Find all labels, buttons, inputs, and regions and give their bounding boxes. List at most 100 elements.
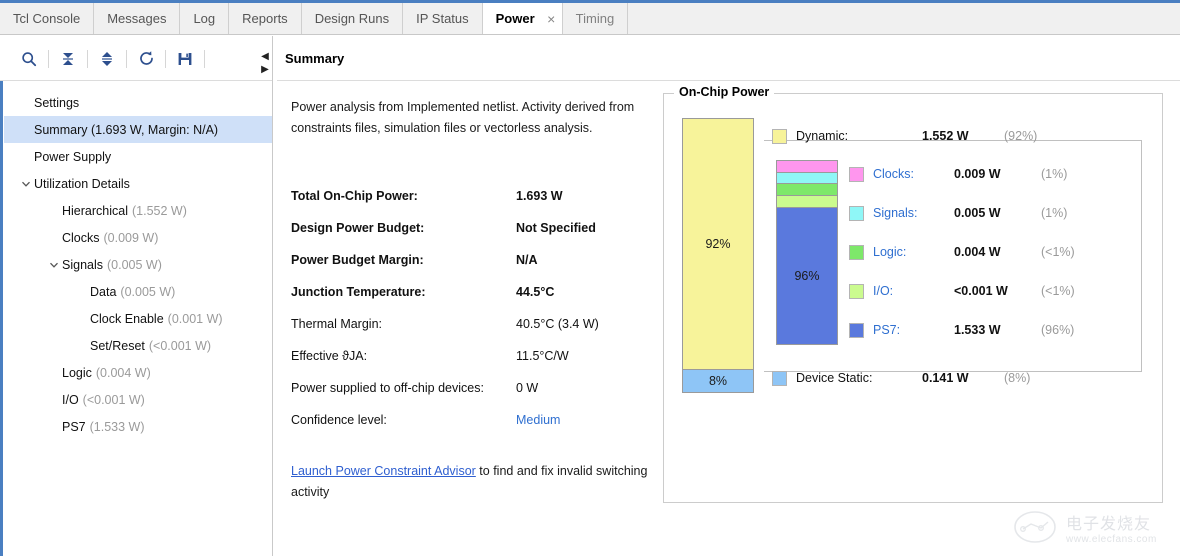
tree-item-settings[interactable]: Settings bbox=[4, 89, 272, 116]
tree-item-i-o[interactable]: I/O (<0.001 W) bbox=[4, 386, 272, 413]
summary-row: Effective ϑJA:11.5°C/W bbox=[291, 349, 676, 381]
legend-percent-device-static: (8%) bbox=[1004, 371, 1030, 385]
tree-item-value: (<0.001 W) bbox=[149, 339, 211, 353]
tree-item-content: Data(0.005 W) bbox=[90, 285, 175, 299]
collapse-right-icon[interactable]: ▶ bbox=[261, 65, 269, 75]
tab-power[interactable]: Power bbox=[483, 3, 541, 34]
tab-label: Messages bbox=[107, 11, 166, 26]
legend-value-ps7: 1.533 W bbox=[954, 323, 1001, 337]
tree-item-hierarchical[interactable]: Hierarchical (1.552 W) bbox=[4, 197, 272, 224]
on-chip-power-title: On-Chip Power bbox=[674, 85, 774, 99]
tab-reports[interactable]: Reports bbox=[229, 3, 302, 34]
tree-item-set-reset[interactable]: Set/Reset(<0.001 W) bbox=[4, 332, 272, 359]
legend-row-device-static[interactable]: Device Static: 0.141 W (8%) bbox=[772, 368, 1142, 388]
tab-log[interactable]: Log bbox=[180, 3, 229, 34]
tree-item-power-supply[interactable]: Power Supply bbox=[4, 143, 272, 170]
tab-label: Power bbox=[496, 11, 535, 26]
expand-all-icon[interactable] bbox=[92, 45, 122, 73]
summary-row-key: Junction Temperature: bbox=[291, 285, 516, 299]
tree-item-label: PS7 bbox=[62, 420, 86, 434]
summary-row-key: Power Budget Margin: bbox=[291, 253, 516, 267]
legend-value-logic: 0.004 W bbox=[954, 245, 1001, 259]
bar-segment-label: 8% bbox=[709, 374, 727, 388]
tab-label: Design Runs bbox=[315, 11, 389, 26]
tree-item-label: Clocks bbox=[62, 231, 100, 245]
tree-item-clock-enable[interactable]: Clock Enable(0.001 W) bbox=[4, 305, 272, 332]
legend-percent-ps7: (96%) bbox=[1041, 323, 1074, 337]
summary-row-key: Total On-Chip Power: bbox=[291, 189, 516, 203]
tree-item-label: Utilization Details bbox=[34, 177, 130, 191]
tree-item-value: (<0.001 W) bbox=[83, 393, 145, 407]
toolbar-separator bbox=[126, 50, 127, 68]
summary-row-value: 0 W bbox=[516, 381, 538, 395]
tree-item-summary-1-693-w-margin-n-a[interactable]: Summary (1.693 W, Margin: N/A) bbox=[4, 116, 272, 143]
summary-row-value[interactable]: Medium bbox=[516, 413, 560, 427]
summary-row: Total On-Chip Power:1.693 W bbox=[291, 189, 676, 221]
collapse-all-icon[interactable] bbox=[53, 45, 83, 73]
legend-swatch-logic bbox=[849, 245, 864, 260]
refresh-icon[interactable] bbox=[131, 45, 161, 73]
search-icon[interactable] bbox=[14, 45, 44, 73]
tree-item-content: Logic(0.004 W) bbox=[62, 366, 151, 380]
toolbar-separator bbox=[165, 50, 166, 68]
summary-row-value: 1.693 W bbox=[516, 189, 563, 203]
legend-row-dynamic[interactable]: Dynamic: 1.552 W (92%) bbox=[772, 126, 1142, 146]
tree-item-label: I/O bbox=[62, 393, 79, 407]
tree-item-content: Utilization Details bbox=[34, 177, 130, 191]
legend-row-i-o[interactable]: I/O:<0.001 W(<1%) bbox=[849, 281, 1139, 301]
legend-row-clocks[interactable]: Clocks:0.009 W(1%) bbox=[849, 164, 1139, 184]
bar-segment-device-static[interactable]: 8% bbox=[683, 369, 753, 392]
chevron-down-icon[interactable] bbox=[46, 260, 62, 270]
tree-item-content: Hierarchical (1.552 W) bbox=[62, 204, 187, 218]
tree-item-label: Clock Enable bbox=[90, 312, 164, 326]
legend-value-device-static: 0.141 W bbox=[922, 371, 969, 385]
close-icon[interactable]: × bbox=[541, 3, 563, 34]
summary-row-key: Design Power Budget: bbox=[291, 221, 516, 235]
tab-ip-status[interactable]: IP Status bbox=[403, 3, 483, 34]
legend-swatch-device-static bbox=[772, 371, 787, 386]
legend-row-ps7[interactable]: PS7:1.533 W(96%) bbox=[849, 320, 1139, 340]
power-report-window: Tcl Console Messages LogReports Design Runs… bbox=[0, 0, 1180, 557]
legend-swatch-ps7 bbox=[849, 323, 864, 338]
tab-timing[interactable]: Timing bbox=[563, 3, 629, 34]
tree-toolbar bbox=[0, 36, 265, 81]
legend-swatch-dynamic bbox=[772, 129, 787, 144]
legend-percent-i-o: (<1%) bbox=[1041, 284, 1075, 298]
tree-item-clocks[interactable]: Clocks(0.009 W) bbox=[4, 224, 272, 251]
legend-row-logic[interactable]: Logic:0.004 W(<1%) bbox=[849, 242, 1139, 262]
tab-tcl-console[interactable]: Tcl Console bbox=[0, 3, 94, 34]
tree-item-label: Summary (1.693 W, Margin: N/A) bbox=[34, 123, 218, 137]
tree-item-value: (1.533 W) bbox=[90, 420, 145, 434]
tree-item-content: Signals(0.005 W) bbox=[62, 258, 162, 272]
legend-percent-clocks: (1%) bbox=[1041, 167, 1067, 181]
save-icon[interactable] bbox=[170, 45, 200, 73]
tree-item-value: (1.552 W) bbox=[132, 204, 187, 218]
toolbar-separator bbox=[48, 50, 49, 68]
tab-messages[interactable]: Messages bbox=[94, 3, 180, 34]
analysis-description: Power analysis from Implemented netlist.… bbox=[291, 97, 651, 139]
launch-power-constraint-advisor-link[interactable]: Launch Power Constraint Advisor bbox=[291, 464, 476, 478]
tree-item-label: Signals bbox=[62, 258, 103, 272]
summary-row-value: 11.5°C/W bbox=[516, 349, 569, 363]
summary-row-value: Not Specified bbox=[516, 221, 596, 235]
tree-item-content: Set/Reset(<0.001 W) bbox=[90, 339, 211, 353]
legend-label-signals: Signals: bbox=[873, 206, 917, 220]
tree-item-utilization-details[interactable]: Utilization Details bbox=[4, 170, 272, 197]
tab-design-runs[interactable]: Design Runs bbox=[302, 3, 403, 34]
legend-percent-signals: (1%) bbox=[1041, 206, 1067, 220]
tree-item-ps7[interactable]: PS7 (1.533 W) bbox=[4, 413, 272, 440]
power-constraint-advisor-note: Launch Power Constraint Advisor to find … bbox=[291, 461, 661, 503]
summary-row-key: Confidence level: bbox=[291, 413, 516, 427]
tab-label: IP Status bbox=[416, 11, 469, 26]
tree-item-label: Hierarchical bbox=[62, 204, 128, 218]
bar-segment-label: 92% bbox=[705, 237, 730, 251]
tab-label: Tcl Console bbox=[13, 11, 80, 26]
tree-item-logic[interactable]: Logic(0.004 W) bbox=[4, 359, 272, 386]
tree-item-signals[interactable]: Signals(0.005 W) bbox=[4, 251, 272, 278]
legend-value-clocks: 0.009 W bbox=[954, 167, 1001, 181]
chevron-down-icon[interactable] bbox=[18, 179, 34, 189]
bar-segment-dynamic[interactable]: 92% bbox=[683, 119, 753, 369]
collapse-left-icon[interactable]: ◀ bbox=[261, 52, 269, 62]
legend-row-signals[interactable]: Signals:0.005 W(1%) bbox=[849, 203, 1139, 223]
tree-item-data[interactable]: Data(0.005 W) bbox=[4, 278, 272, 305]
